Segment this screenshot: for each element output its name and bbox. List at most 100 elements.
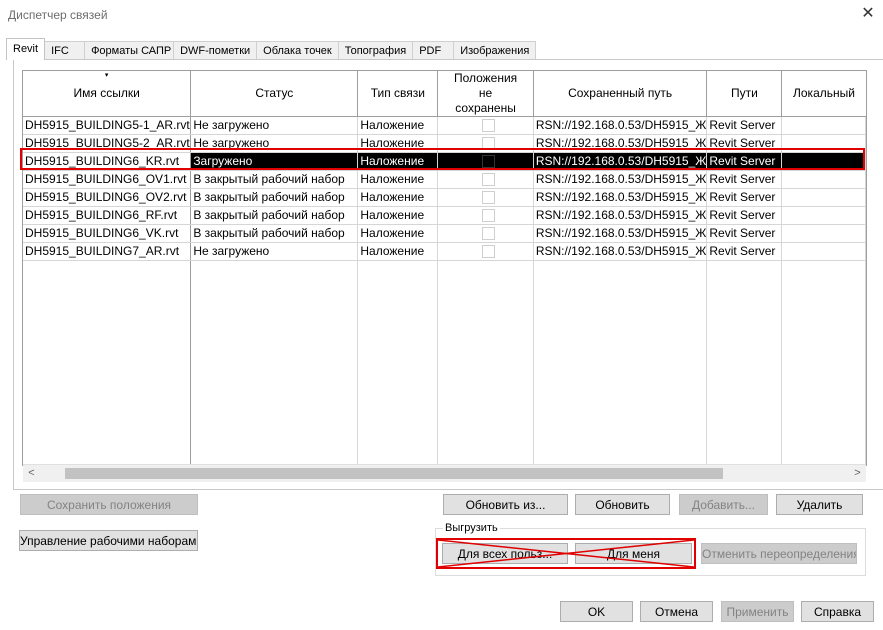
save-positions-button[interactable]: Сохранить положения: [20, 494, 198, 515]
horizontal-scrollbar[interactable]: < >: [23, 464, 866, 482]
paths-cell[interactable]: Revit Server: [706, 224, 783, 243]
saved-path-cell[interactable]: RSN://192.168.0.53/DH5915_Ж: [533, 188, 708, 207]
tab-point-clouds[interactable]: Облака точек: [256, 41, 339, 60]
tab-cad-formats[interactable]: Форматы САПР: [84, 41, 175, 60]
column-header-type[interactable]: Тип связи: [357, 71, 439, 117]
saved-path-cell[interactable]: RSN://192.168.0.53/DH5915_Ж: [533, 242, 708, 261]
ok-button[interactable]: OK: [560, 601, 633, 622]
positions-checkbox[interactable]: [482, 173, 496, 187]
positions-checkbox-cell[interactable]: [437, 224, 534, 243]
positions-checkbox-cell[interactable]: [437, 242, 534, 261]
scroll-right-icon[interactable]: >: [849, 465, 866, 482]
add-button[interactable]: Добавить...: [679, 494, 768, 515]
local-cell[interactable]: [781, 116, 866, 135]
status-cell[interactable]: В закрытый рабочий набор: [190, 170, 359, 189]
empty-cell: [437, 260, 534, 465]
local-cell[interactable]: [781, 188, 866, 207]
table-row[interactable]: DH5915_BUILDING6_RF.rvt В закрытый рабочи…: [23, 206, 866, 225]
link-name-cell[interactable]: DH5915_BUILDING6_OV1.rvt: [23, 170, 192, 189]
local-cell[interactable]: [781, 206, 866, 225]
link-type-cell[interactable]: Наложение: [357, 188, 439, 207]
link-type-cell[interactable]: Наложение: [357, 116, 439, 135]
paths-cell[interactable]: Revit Server: [706, 116, 783, 135]
help-button[interactable]: Справка: [801, 601, 874, 622]
positions-checkbox-cell[interactable]: [437, 188, 534, 207]
reload-from-button[interactable]: Обновить из...: [443, 494, 568, 515]
unload-group-label: Выгрузить: [443, 522, 500, 534]
positions-checkbox-cell[interactable]: [437, 206, 534, 225]
link-type-cell[interactable]: Наложение: [357, 224, 439, 243]
link-name-cell[interactable]: DH5915_BUILDING6_OV2.rvt: [23, 188, 192, 207]
status-cell[interactable]: В закрытый рабочий набор: [190, 206, 359, 225]
links-table: ▾ Имя ссылки Статус Тип связи Положения …: [23, 71, 866, 465]
tab-dwf-markups[interactable]: DWF-пометки: [173, 41, 258, 60]
column-header-local[interactable]: Локальный: [781, 71, 866, 117]
empty-cell: [781, 260, 866, 465]
saved-path-cell[interactable]: RSN://192.168.0.53/DH5915_Ж: [533, 170, 708, 189]
positions-checkbox-cell[interactable]: [437, 116, 534, 135]
column-header-positions-label: Положения не сохранены: [453, 71, 518, 115]
tab-revit[interactable]: Revit: [6, 38, 46, 60]
local-cell[interactable]: [781, 224, 866, 243]
column-header-paths[interactable]: Пути: [706, 71, 783, 117]
cancel-button[interactable]: Отмена: [640, 601, 713, 622]
remove-button[interactable]: Удалить: [776, 494, 863, 515]
scroll-left-icon[interactable]: <: [23, 465, 40, 482]
positions-checkbox[interactable]: [482, 191, 496, 205]
table-row[interactable]: DH5915_BUILDING6_OV1.rvt В закрытый рабоч…: [23, 170, 866, 189]
tab-pdf[interactable]: PDF: [412, 41, 455, 60]
tab-ifc[interactable]: IFC: [44, 41, 86, 60]
local-cell[interactable]: [781, 170, 866, 189]
status-cell[interactable]: Не загружено: [190, 116, 359, 135]
empty-cell: [533, 260, 708, 465]
link-type-cell[interactable]: Наложение: [357, 206, 439, 225]
table-row[interactable]: DH5915_BUILDING5-1_AR.rvt Не загружено Нал…: [23, 116, 866, 135]
header-row: ▾ Имя ссылки Статус Тип связи Положения …: [23, 71, 866, 117]
saved-path-cell[interactable]: RSN://192.168.0.53/DH5915_Ж: [533, 116, 708, 135]
link-name-cell[interactable]: DH5915_BUILDING6_RF.rvt: [23, 206, 192, 225]
positions-checkbox[interactable]: [482, 227, 496, 241]
tab-topography[interactable]: Топография: [337, 41, 414, 60]
positions-checkbox[interactable]: [482, 245, 496, 259]
table-row[interactable]: DH5915_BUILDING6_VK.rvt В закрытый рабочи…: [23, 224, 866, 243]
manage-worksets-button[interactable]: Управление рабочими наборами: [19, 530, 198, 551]
column-header-positions-not-saved[interactable]: Положения не сохранены: [437, 71, 534, 117]
link-type-cell[interactable]: Наложение: [357, 170, 439, 189]
table-row[interactable]: DH5915_BUILDING6_OV2.rvt В закрытый рабоч…: [23, 188, 866, 207]
positions-checkbox-cell[interactable]: [437, 170, 534, 189]
tab-bar: Revit IFC Форматы САПР DWF-пометки Облак…: [6, 38, 537, 60]
window-title: Диспетчер связей: [8, 8, 108, 22]
tab-images[interactable]: Изображения: [453, 41, 537, 60]
status-cell[interactable]: В закрытый рабочий набор: [190, 188, 359, 207]
strikeout-cross-icon: [438, 540, 694, 567]
column-header-name-label: Имя ссылки: [73, 86, 140, 100]
positions-checkbox[interactable]: [482, 119, 496, 133]
status-cell[interactable]: Не загружено: [190, 242, 359, 261]
paths-cell[interactable]: Revit Server: [706, 188, 783, 207]
link-name-cell[interactable]: DH5915_BUILDING7_AR.rvt: [23, 242, 192, 261]
column-header-saved-path[interactable]: Сохраненный путь: [533, 71, 708, 117]
link-type-cell[interactable]: Наложение: [357, 242, 439, 261]
column-header-status[interactable]: Статус: [190, 71, 359, 117]
empty-cell: [357, 260, 439, 465]
link-name-cell[interactable]: DH5915_BUILDING6_VK.rvt: [23, 224, 192, 243]
paths-cell[interactable]: Revit Server: [706, 242, 783, 261]
close-icon[interactable]: ✕: [857, 3, 879, 25]
scroll-thumb[interactable]: [65, 468, 723, 479]
saved-path-cell[interactable]: RSN://192.168.0.53/DH5915_Ж: [533, 206, 708, 225]
saved-path-cell[interactable]: RSN://192.168.0.53/DH5915_Ж: [533, 224, 708, 243]
local-cell[interactable]: [781, 242, 866, 261]
status-cell[interactable]: В закрытый рабочий набор: [190, 224, 359, 243]
link-name-cell[interactable]: DH5915_BUILDING5-1_AR.rvt: [23, 116, 192, 135]
column-header-name[interactable]: ▾ Имя ссылки: [23, 71, 192, 117]
sort-descending-icon: ▾: [104, 72, 109, 79]
empty-cell: [190, 260, 359, 465]
apply-button[interactable]: Применить: [721, 601, 794, 622]
paths-cell[interactable]: Revit Server: [706, 206, 783, 225]
paths-cell[interactable]: Revit Server: [706, 170, 783, 189]
reload-button[interactable]: Обновить: [575, 494, 670, 515]
empty-cell: [23, 260, 192, 465]
table-row[interactable]: DH5915_BUILDING7_AR.rvt Не загружено Налож…: [23, 242, 866, 261]
positions-checkbox[interactable]: [482, 209, 496, 223]
undo-overrides-button[interactable]: Отменить переопределения: [701, 543, 857, 564]
